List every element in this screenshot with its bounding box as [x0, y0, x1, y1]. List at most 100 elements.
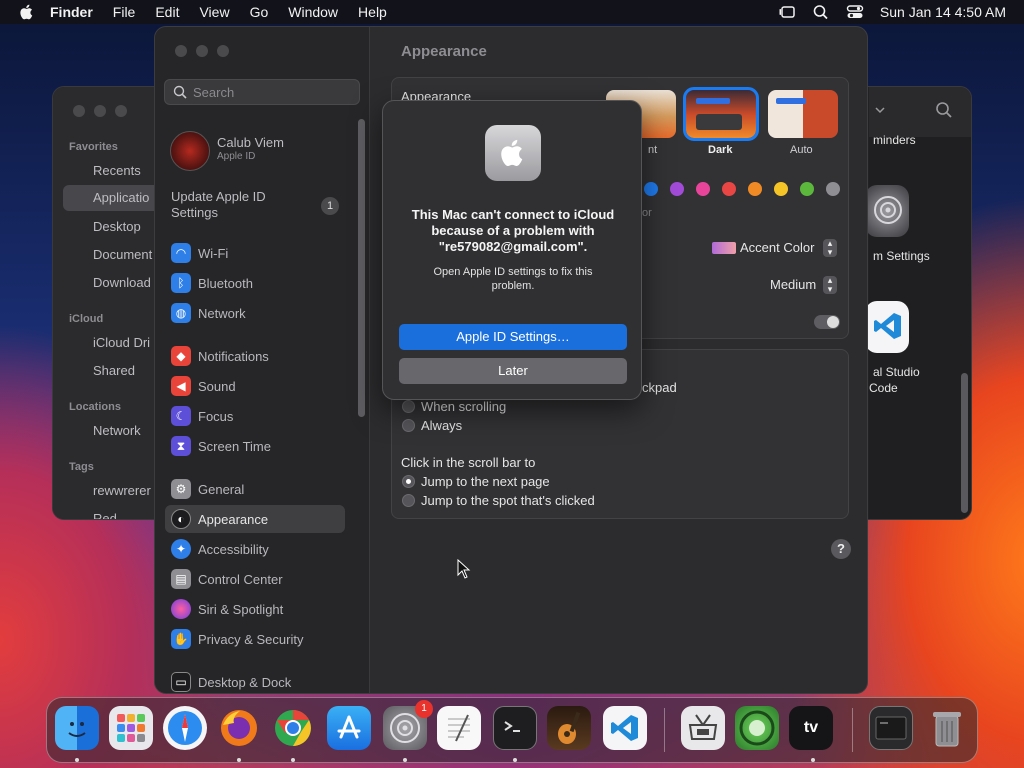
accent-blue-swatch[interactable]	[644, 182, 658, 196]
sidebar-item-bluetooth[interactable]: ᛒ Bluetooth	[165, 269, 345, 297]
finder-scrollbar[interactable]	[961, 373, 968, 513]
trash-icon[interactable]	[925, 706, 969, 750]
minimize-button[interactable]	[196, 45, 208, 57]
system-settings-app-icon[interactable]	[865, 185, 909, 237]
menu-help[interactable]: Help	[358, 4, 387, 20]
finder-item-network[interactable]: Network	[93, 423, 141, 438]
sidebar-item-general[interactable]: ⚙ General	[165, 475, 345, 503]
vscode-app-icon[interactable]	[865, 301, 909, 353]
minimize-button[interactable]	[94, 105, 106, 117]
search-field[interactable]: Search	[164, 79, 360, 105]
apple-menu-icon[interactable]	[18, 3, 36, 21]
garageband-icon[interactable]	[547, 706, 591, 750]
jump-next-page-label[interactable]: Jump to the next page	[421, 474, 550, 489]
finder-item-desktop[interactable]: Desktop	[93, 219, 141, 234]
jump-spot-clicked-label[interactable]: Jump to the spot that's clicked	[421, 493, 595, 508]
sidebar-item-focus[interactable]: ☾ Focus	[165, 402, 345, 430]
show-scroll-when-scrolling-label[interactable]: When scrolling	[421, 399, 506, 414]
menu-edit[interactable]: Edit	[155, 4, 179, 20]
later-button[interactable]: Later	[399, 358, 627, 384]
sidebar-item-network[interactable]: ◍ Network	[165, 299, 345, 327]
show-scroll-when-scrolling-radio[interactable]	[402, 400, 415, 413]
menu-app-name[interactable]: Finder	[50, 4, 93, 20]
sidebar-item-appearance[interactable]: ◐ Appearance	[165, 505, 345, 533]
chrome-icon[interactable]	[271, 706, 315, 750]
terminal-icon[interactable]	[493, 706, 537, 750]
sidebar-item-wifi[interactable]: ◠ Wi-Fi	[165, 239, 345, 267]
sidebar-item-control-center[interactable]: ▤ Control Center	[165, 565, 345, 593]
finder-item-shared[interactable]: Shared	[93, 363, 135, 378]
launchpad-icon[interactable]	[109, 706, 153, 750]
control-center-icon[interactable]	[846, 4, 864, 20]
jump-next-page-radio[interactable]	[402, 475, 415, 488]
utility-icon[interactable]	[681, 706, 725, 750]
wallpaper-tinting-toggle[interactable]	[814, 315, 840, 329]
settings-running-indicator	[403, 758, 407, 762]
chevron-down-icon[interactable]	[875, 105, 885, 115]
zoom-button[interactable]	[217, 45, 229, 57]
accent-orange-swatch[interactable]	[748, 182, 762, 196]
zoom-button[interactable]	[115, 105, 127, 117]
accent-red-swatch[interactable]	[722, 182, 736, 196]
app-store-icon[interactable]	[327, 706, 371, 750]
finder-icon[interactable]	[55, 706, 99, 750]
menu-clock[interactable]: Sun Jan 14 4:50 AM	[880, 4, 1006, 20]
spotlight-search-icon[interactable]	[812, 4, 830, 20]
apple-id-settings-button[interactable]: Apple ID Settings…	[399, 324, 627, 350]
sidebar-icon-size-value[interactable]: Medium	[770, 277, 816, 292]
search-icon[interactable]	[935, 101, 953, 119]
finder-item-recents[interactable]: Recents	[93, 163, 141, 178]
menu-go[interactable]: Go	[250, 4, 269, 20]
close-button[interactable]	[175, 45, 187, 57]
hdr-app-icon[interactable]	[735, 706, 779, 750]
mode-dark-thumbnail[interactable]	[683, 87, 759, 141]
close-button[interactable]	[73, 105, 85, 117]
stage-manager-icon[interactable]	[778, 4, 796, 20]
menu-view[interactable]: View	[199, 4, 229, 20]
sidebar-item-sound[interactable]: ◀ Sound	[165, 372, 345, 400]
accent-graphite-swatch[interactable]	[826, 182, 840, 196]
finder-tag-red[interactable]: Red	[93, 511, 117, 519]
accent-purple-swatch[interactable]	[670, 182, 684, 196]
sidebar-item-accessibility[interactable]: ✦ Accessibility	[165, 535, 345, 563]
firefox-icon[interactable]	[217, 706, 261, 750]
show-scroll-always-radio[interactable]	[402, 419, 415, 432]
accent-yellow-swatch[interactable]	[774, 182, 788, 196]
console-icon[interactable]	[869, 706, 913, 750]
finder-app-settings-label[interactable]: m Settings	[873, 249, 930, 263]
finder-item-icloud-drive[interactable]: iCloud Dri	[93, 335, 150, 350]
safari-icon[interactable]	[163, 706, 207, 750]
sidebar-item-desktop-dock[interactable]: ▭ Desktop & Dock	[165, 668, 345, 693]
user-name[interactable]: Calub Viem	[217, 135, 284, 150]
show-scroll-always-label[interactable]: Always	[421, 418, 462, 433]
menu-file[interactable]: File	[113, 4, 136, 20]
finder-tag-item[interactable]: rewwrerer	[93, 483, 151, 498]
sidebar-item-notifications[interactable]: ◆ Notifications	[165, 342, 345, 370]
highlight-color-value[interactable]: Accent Color	[740, 240, 814, 255]
menu-window[interactable]: Window	[288, 4, 338, 20]
jump-spot-clicked-radio[interactable]	[402, 494, 415, 507]
finder-item-documents[interactable]: Document	[93, 247, 152, 262]
update-apple-id-item[interactable]: Update Apple ID Settings	[171, 189, 311, 221]
sidebar-item-screen-time[interactable]: ⧗ Screen Time	[165, 432, 345, 460]
apple-tv-icon[interactable]: tv	[789, 706, 833, 750]
textedit-icon[interactable]	[437, 706, 481, 750]
accent-pink-swatch[interactable]	[696, 182, 710, 196]
sidebar-item-siri[interactable]: Siri & Spotlight	[165, 595, 345, 623]
dock: 1 tv	[46, 697, 978, 763]
finder-app-vscode-label-2[interactable]: Code	[869, 381, 898, 395]
finder-item-downloads[interactable]: Download	[93, 275, 151, 290]
highlight-color-stepper[interactable]: ▴ ▾	[823, 239, 837, 257]
mode-auto-thumbnail[interactable]	[768, 90, 838, 138]
sidebar-item-privacy[interactable]: ✋ Privacy & Security	[165, 625, 345, 653]
user-avatar[interactable]	[170, 131, 210, 171]
finder-app-reminders-label[interactable]: minders	[873, 133, 916, 147]
sidebar-icon-size-stepper[interactable]: ▴ ▾	[823, 276, 837, 294]
finder-item-applications[interactable]: Applicatio	[63, 185, 163, 211]
system-settings-icon[interactable]: 1	[383, 700, 433, 750]
finder-app-vscode-label-1[interactable]: al Studio	[873, 365, 920, 379]
vscode-icon[interactable]	[603, 706, 647, 750]
sidebar-scrollbar[interactable]	[358, 119, 365, 417]
accent-green-swatch[interactable]	[800, 182, 814, 196]
help-button[interactable]: ?	[831, 539, 851, 559]
